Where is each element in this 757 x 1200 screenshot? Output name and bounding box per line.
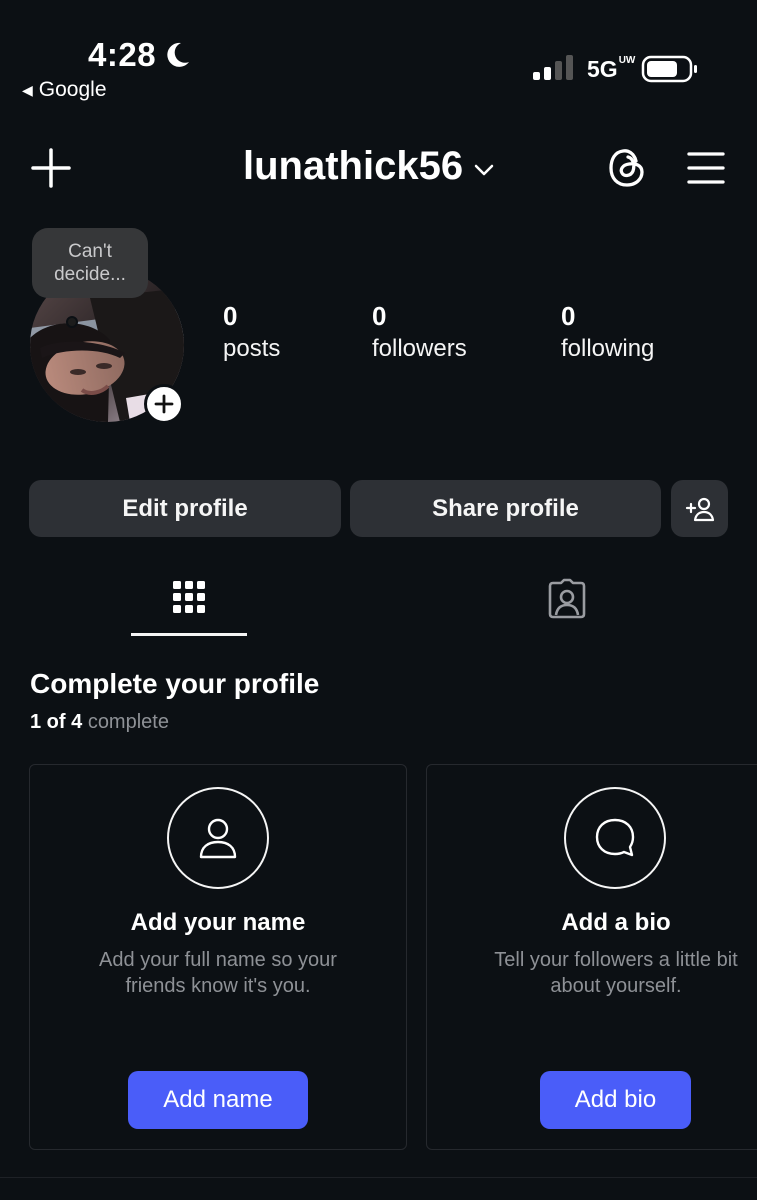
stat-followers-count: 0 — [372, 301, 387, 331]
tab-posts-grid[interactable] — [131, 570, 247, 638]
network-sup: UW — [618, 55, 636, 66]
stat-following[interactable]: 0 following — [561, 300, 654, 366]
account-switcher[interactable]: lunathick56 — [243, 144, 495, 189]
plus-icon — [154, 394, 174, 414]
add-name-button[interactable]: Add name — [128, 1071, 308, 1129]
back-app-label: Google — [38, 78, 107, 101]
profile-screen: 4:28 ◀ Google 5GUW lunathick56 Can't dec… — [0, 0, 757, 1200]
network-type: 5G — [587, 56, 618, 82]
battery-icon — [641, 55, 697, 83]
card-description: Tell your followers a little bit about y… — [427, 947, 757, 999]
chevron-down-icon — [474, 164, 494, 175]
add-story-button[interactable] — [144, 384, 184, 424]
edit-profile-button[interactable]: Edit profile — [29, 480, 341, 537]
network-label: 5GUW — [587, 56, 635, 83]
back-to-app-link[interactable]: ◀ Google — [22, 78, 107, 102]
card-desc-line: Add your full name so your — [99, 949, 337, 971]
stat-posts[interactable]: 0 posts — [223, 300, 280, 366]
person-icon — [199, 818, 237, 859]
card-desc-line: about yourself. — [550, 975, 682, 997]
add-bio-button[interactable]: Add bio — [540, 1071, 691, 1129]
status-time: 4:28 — [88, 36, 157, 73]
note-bubble[interactable]: Can't decide... — [32, 228, 148, 298]
card-desc-line: friends know it's you. — [125, 975, 311, 997]
stat-posts-count: 0 — [223, 301, 238, 331]
create-plus-icon[interactable] — [30, 147, 72, 189]
tagged-person-icon — [548, 578, 586, 619]
card-title: Add a bio — [561, 909, 671, 936]
active-tab-indicator — [131, 633, 247, 636]
tab-tagged[interactable] — [509, 570, 625, 638]
threads-icon[interactable] — [606, 145, 648, 191]
stat-followers[interactable]: 0 followers — [372, 300, 467, 366]
card-desc-line: Tell your followers a little bit — [494, 949, 738, 971]
stat-following-label: following — [561, 335, 655, 362]
grid-icon — [173, 581, 205, 613]
complete-profile-progress: 1 of 4 complete — [30, 711, 169, 734]
card-icon-circle — [564, 787, 666, 889]
stat-posts-label: posts — [223, 335, 281, 362]
speech-bubble-icon — [595, 818, 635, 857]
add-name-card: Add your name Add your full name so your… — [29, 764, 407, 1150]
menu-icon[interactable] — [686, 150, 726, 186]
stat-followers-label: followers — [372, 335, 467, 362]
card-title: Add your name — [130, 909, 306, 936]
add-person-icon — [685, 497, 714, 521]
signal-icon — [533, 55, 573, 80]
card-description: Add your full name so your friends know … — [30, 947, 406, 999]
discover-people-button[interactable] — [671, 480, 728, 537]
card-icon-circle — [167, 787, 269, 889]
divider — [0, 1177, 757, 1178]
stat-following-count: 0 — [561, 301, 576, 331]
progress-count: 1 of 4 — [30, 711, 83, 733]
moon-icon — [167, 42, 189, 67]
share-profile-button[interactable]: Share profile — [350, 480, 661, 537]
back-triangle-icon: ◀ — [22, 81, 33, 98]
add-bio-card: Add a bio Tell your followers a little b… — [426, 764, 757, 1150]
progress-word: complete — [87, 711, 169, 733]
username-title: lunathick56 — [243, 144, 464, 188]
note-bubble-tail — [66, 316, 78, 328]
complete-profile-title: Complete your profile — [30, 668, 320, 699]
